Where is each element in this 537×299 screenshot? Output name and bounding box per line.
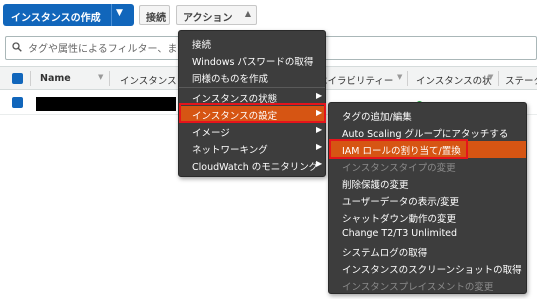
column-divider	[30, 71, 31, 86]
menu-item-label: タグの追加/編集	[342, 112, 412, 123]
menu-item-label: ユーザーデータの表示/変更	[342, 197, 460, 208]
menu-item-label: Auto Scaling グループにアタッチする	[342, 129, 509, 140]
menu-item-label: CloudWatch のモニタリング	[192, 162, 319, 173]
menu-item-networking[interactable]: ネットワーキング ▶	[179, 140, 325, 157]
menu-item-label: Change T2/T3 Unlimited	[342, 228, 458, 239]
menu-item-label: ネットワーキング	[192, 145, 268, 156]
submenu-item-change-instance-type: インスタンスタイプの変更	[329, 158, 526, 175]
connect-label: 接続	[146, 13, 166, 24]
sort-icon[interactable]: ▼	[397, 73, 402, 81]
chevron-right-icon: ▶	[316, 159, 323, 168]
button-divider	[111, 4, 112, 26]
menu-item-label: イメージ	[192, 128, 230, 139]
redacted-instance-name	[36, 97, 176, 111]
menu-item-label: 削除保護の変更	[342, 180, 409, 191]
sort-icon[interactable]: ▼	[98, 73, 103, 81]
chevron-down-icon[interactable]: ▼	[116, 8, 123, 18]
chevron-right-icon: ▶	[316, 125, 323, 134]
menu-item-label: システムログの取得	[342, 248, 428, 259]
menu-item-label: シャットダウン動作の変更	[342, 214, 457, 225]
submenu-item-change-t2-t3-unlimited[interactable]: Change T2/T3 Unlimited	[329, 226, 526, 243]
actions-button[interactable]: アクション ▲	[176, 5, 257, 25]
launch-instance-label: インスタンスの作成	[11, 13, 101, 24]
submenu-item-get-system-log[interactable]: システムログの取得	[329, 243, 526, 260]
callout-instance-settings	[179, 103, 326, 123]
menu-item-image[interactable]: イメージ ▶	[179, 123, 325, 140]
column-header-instance-state[interactable]: インスタンスの状	[416, 73, 492, 87]
submenu-item-change-shutdown-behavior[interactable]: シャットダウン動作の変更	[329, 209, 526, 226]
menu-item-label: インスタンスタイプの変更	[342, 163, 456, 174]
submenu-item-change-termination-protection[interactable]: 削除保護の変更	[329, 175, 526, 192]
submenu-item-add-edit-tags[interactable]: タグの追加/編集	[329, 107, 526, 124]
callout-iam-role	[329, 139, 468, 159]
menu-item-cloudwatch-monitoring[interactable]: CloudWatch のモニタリング ▶	[179, 157, 325, 174]
instance-settings-submenu: タグの追加/編集 Auto Scaling グループにアタッチする IAM ロー…	[328, 102, 527, 294]
toolbar: インスタンスの作成 ▼ 接続 アクション ▲	[0, 0, 537, 32]
chevron-right-icon: ▶	[316, 142, 323, 151]
menu-item-label: インスタンスのスクリーンショットの取得	[342, 265, 522, 276]
chevron-right-icon: ▶	[316, 91, 323, 100]
menu-item-connect[interactable]: 接続	[179, 35, 325, 52]
select-all-checkbox[interactable]	[12, 73, 23, 84]
menu-item-launch-more-like-this[interactable]: 同様のものを作成	[179, 69, 325, 86]
menu-divider	[179, 87, 325, 88]
sort-icon[interactable]: ▼	[488, 73, 493, 81]
row-checkbox[interactable]	[12, 97, 23, 108]
submenu-item-modify-instance-placement: インスタンスプレイスメントの変更	[329, 277, 526, 294]
column-divider	[407, 71, 408, 86]
menu-item-label: 同様のものを作成	[192, 74, 269, 85]
submenu-item-view-change-user-data[interactable]: ユーザーデータの表示/変更	[329, 192, 526, 209]
chevron-up-icon: ▲	[244, 9, 251, 18]
column-header-status[interactable]: ステータ	[505, 73, 537, 87]
menu-item-label: 接続	[192, 40, 212, 51]
actions-label: アクション	[183, 13, 233, 24]
search-icon	[12, 42, 22, 52]
connect-button[interactable]: 接続	[139, 5, 170, 25]
launch-instance-button[interactable]: インスタンスの作成 ▼	[3, 4, 134, 26]
column-header-name[interactable]: Name	[40, 73, 71, 84]
column-header-availability-zone[interactable]: ベイラビリティー	[318, 73, 393, 87]
menu-item-label: インスタンスプレイスメントの変更	[342, 282, 494, 293]
submenu-item-get-instance-screenshot[interactable]: インスタンスのスクリーンショットの取得	[329, 260, 526, 277]
menu-item-get-windows-password[interactable]: Windows パスワードの取得	[179, 52, 325, 69]
column-divider	[109, 71, 110, 86]
menu-item-label: Windows パスワードの取得	[192, 57, 314, 68]
column-divider	[498, 71, 499, 86]
